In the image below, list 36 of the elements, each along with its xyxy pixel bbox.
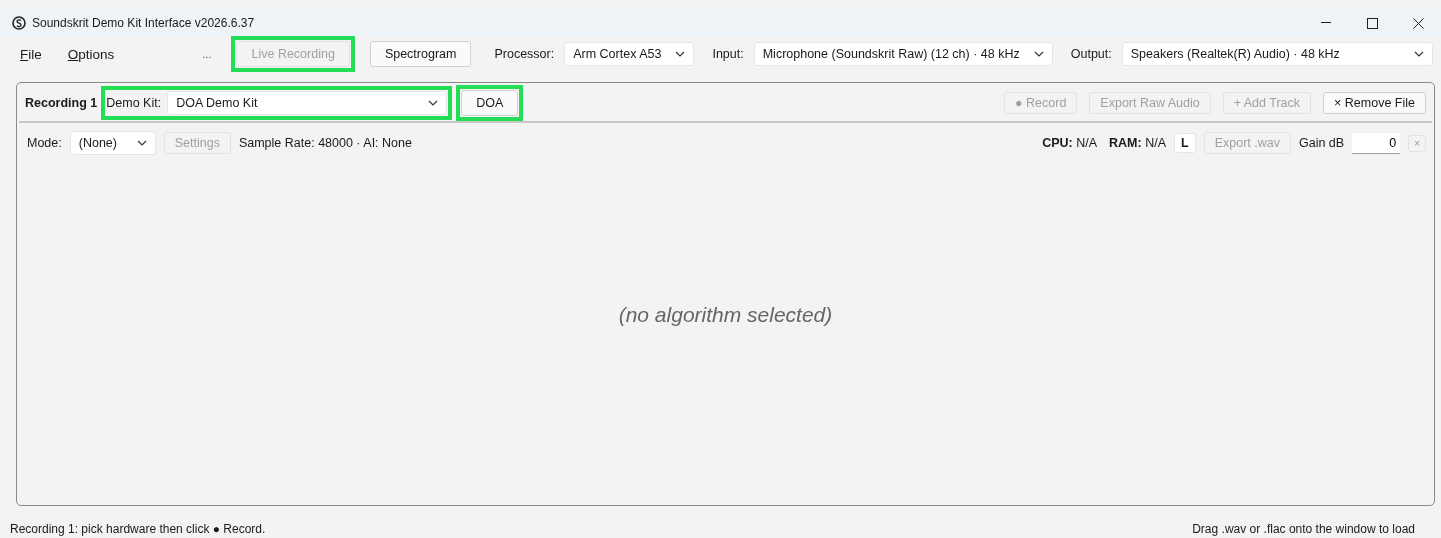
empty-state-text: (no algorithm selected) (618, 303, 833, 327)
channel-button[interactable]: L (1174, 133, 1196, 153)
window-title: Soundskrit Demo Kit Interface v2026.6.37 (32, 16, 255, 30)
recording-tab[interactable]: Recording 1 (21, 96, 98, 110)
maximize-icon[interactable] (1366, 17, 1378, 29)
demo-kit-label: Demo Kit: (106, 96, 162, 110)
overflow-menu[interactable]: ... (202, 48, 212, 60)
selector-label: Output: (1070, 47, 1112, 61)
sample-rate-info: Sample Rate: 48000 · AI: None (238, 136, 412, 150)
mode-label: Mode: (27, 136, 62, 150)
app-logo-icon (12, 16, 26, 30)
menu-item[interactable]: File (12, 44, 50, 64)
chevron-down-icon (1414, 51, 1424, 57)
chevron-down-icon (675, 51, 686, 57)
gain-input[interactable]: 0 (1352, 132, 1401, 154)
mode-dropdown[interactable]: (None) (69, 131, 156, 155)
gain-label: Gain dB (1299, 136, 1345, 150)
kit-button[interactable]: DOA (461, 90, 519, 116)
menu-item[interactable]: Options (59, 44, 123, 64)
dropdown[interactable]: Speakers (Realtek(R) Audio) · 48 kHz (1121, 42, 1433, 66)
minimize-icon[interactable] (1321, 22, 1331, 24)
status-text: Recording 1: pick hardware then click ● Record. (10, 522, 266, 536)
selector-label: Input: (712, 47, 744, 61)
action-button[interactable]: × Remove File (1323, 92, 1426, 114)
selector-label: Processor: (494, 47, 555, 61)
stat-text: RAM: N/A (1109, 136, 1167, 150)
dropdown[interactable]: Arm Cortex A53 (564, 42, 695, 66)
chevron-down-icon (136, 140, 147, 146)
dropdown[interactable]: Microphone (Soundskrit Raw) (12 ch) · 48 kHz (753, 42, 1053, 66)
status-hint: Drag .wav or .flac onto the window to load (1192, 522, 1415, 536)
stat-text: CPU: N/A (1042, 136, 1098, 150)
chevron-down-icon (1033, 51, 1044, 57)
chevron-down-icon (428, 100, 439, 106)
toolbar-button[interactable]: Spectrogram (369, 41, 472, 67)
close-icon[interactable] (1412, 17, 1424, 29)
demo-kit-dropdown[interactable]: DOA Demo Kit (167, 91, 448, 115)
